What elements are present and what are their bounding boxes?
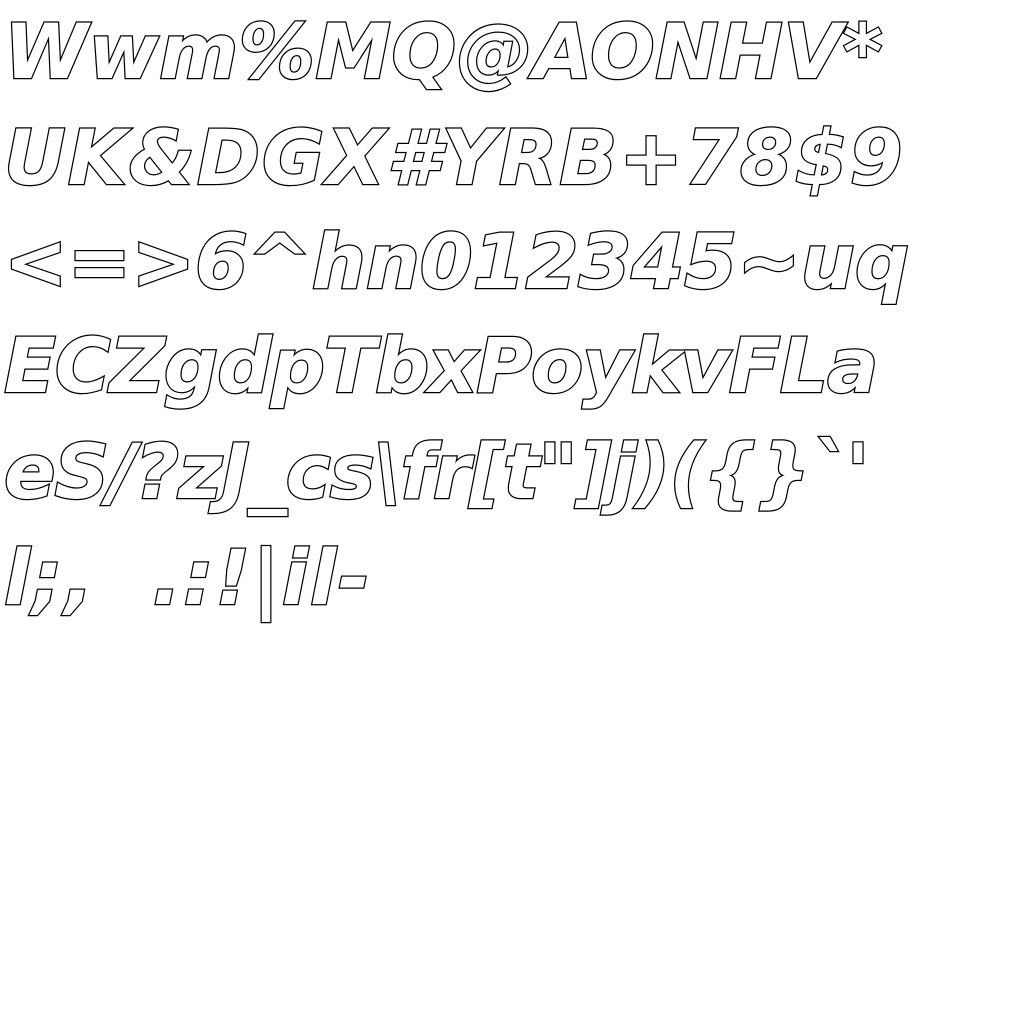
glyph-row-3: <=>6^hn012345~uq — [4, 216, 911, 308]
glyph-row-1: Wwm%MQ@AONHV* — [4, 6, 884, 98]
glyph-specimen-sheet: Wwm%MQ@AONHV* UK&DGX#YRB+78$9 <=>6^hn012… — [0, 0, 1024, 1024]
glyph-row-5: eS/?zJ_cs\fr[t"]j)({}`' — [4, 426, 871, 518]
glyph-row-4: ECZgdpTbxPoykvFLa — [4, 320, 880, 412]
glyph-row-2: UK&DGX#YRB+78$9 — [4, 112, 905, 204]
glyph-row-6: l;, .:!|il- — [4, 532, 372, 624]
